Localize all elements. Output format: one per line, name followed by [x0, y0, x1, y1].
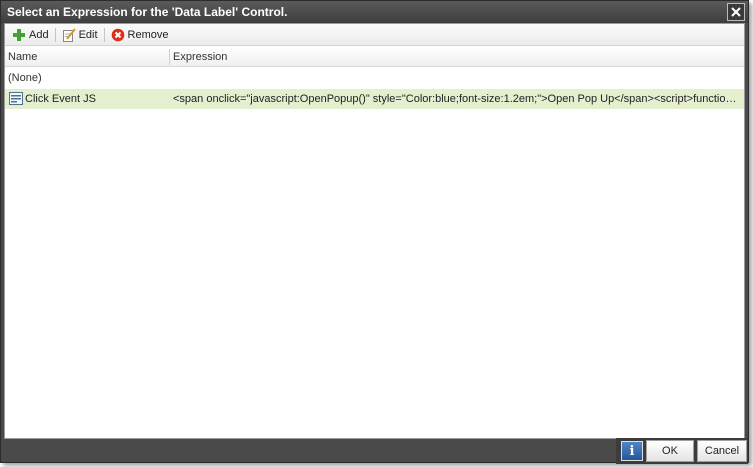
add-button-label: Add [29, 28, 49, 41]
table-row[interactable]: (None) [5, 68, 744, 88]
expression-dialog: Select an Expression for the 'Data Label… [0, 0, 749, 464]
remove-icon [111, 28, 124, 41]
info-icon: i [629, 443, 635, 459]
dialog-content: Add Edit Remove Name Expression (None) C… [4, 23, 745, 439]
close-button[interactable] [727, 3, 745, 21]
table-header: Name Expression [5, 47, 744, 67]
toolbar-separator [103, 27, 105, 42]
cancel-button[interactable]: Cancel [697, 440, 747, 462]
edit-icon [62, 27, 76, 42]
info-button[interactable]: i [621, 441, 643, 461]
dialog-title: Select an Expression for the 'Data Label… [7, 5, 288, 19]
edit-button[interactable]: Edit [59, 26, 101, 44]
column-header-name[interactable]: Name [8, 51, 37, 63]
row-name: Click Event JS [25, 93, 96, 105]
remove-button[interactable]: Remove [108, 26, 172, 44]
remove-button-label: Remove [127, 28, 169, 41]
ok-button[interactable]: OK [646, 440, 694, 462]
edit-button-label: Edit [78, 28, 98, 41]
toolbar: Add Edit Remove [5, 24, 744, 46]
add-button[interactable]: Add [9, 26, 52, 44]
dialog-titlebar: Select an Expression for the 'Data Label… [1, 1, 748, 23]
toolbar-separator [54, 27, 56, 42]
add-icon [13, 28, 25, 41]
row-name: (None) [8, 72, 42, 84]
expression-icon [9, 92, 23, 105]
column-header-expression[interactable]: Expression [173, 51, 227, 63]
close-icon [731, 7, 741, 17]
table-row-selected[interactable]: Click Event JS <span onclick="javascript… [5, 89, 744, 109]
column-divider[interactable] [169, 49, 170, 65]
row-expression: <span onclick="javascript:OpenPopup()" s… [173, 93, 741, 105]
